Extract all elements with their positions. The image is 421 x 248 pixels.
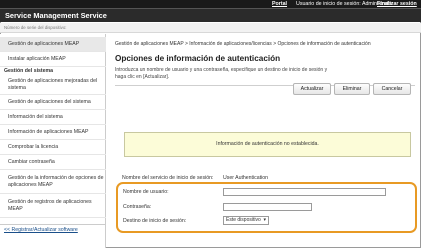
app-title: Service Management Service [5,11,107,20]
service-name-value: User Authentication [223,175,268,181]
breadcrumb[interactable]: Gestión de aplicaciones MEAP > Informaci… [115,41,371,47]
sidebar-item-label: Instalar aplicación MEAP [8,55,66,62]
sidebar-section-system-management: Gestión del sistema [0,67,106,76]
password-input[interactable] [223,203,312,211]
sidebar-item-label: Información del sistema [8,113,63,120]
sidebar-item-label: Gestión de registros de aplicaciones MEA… [8,198,92,212]
register-update-software-link[interactable]: << Registrar/Actualizar software [0,224,106,236]
sidebar-item-meap-app-management[interactable]: Gestión de aplicaciones MEAP [0,37,106,52]
serial-bar: Número de serie del dispositivo: [0,23,421,33]
delete-button[interactable]: Eliminar [334,83,370,95]
info-message-box: Información de autenticación no establec… [124,132,411,157]
username-input[interactable] [223,188,386,196]
sidebar-item-label: Gestión de aplicaciones MEAP [8,40,80,47]
sidebar-item-meap-options-info[interactable]: Gestión de la información de opciones de… [0,170,106,194]
main-content: Gestión de aplicaciones MEAP > Informaci… [107,34,421,248]
sidebar: Gestión de aplicaciones MEAP Instalar ap… [0,34,106,248]
sidebar-item-system-info[interactable]: Información del sistema [0,110,106,125]
portal-link[interactable]: Portal [272,0,287,8]
info-message: Información de autenticación no establec… [216,141,319,147]
app-header: Service Management Service [0,8,421,22]
update-button[interactable]: Actualizar [293,83,331,95]
login-destination-value: Este dispositivo [226,217,261,223]
logout-link[interactable]: Finalizar sesión [377,0,417,8]
sidebar-item-meap-app-info[interactable]: Información de aplicaciones MEAP [0,125,106,140]
sidebar-item-label: Gestión de aplicaciones del sistema [8,98,91,105]
top-bar: Portal Usuario de inicio de sesión: Admi… [0,0,421,8]
sidebar-item-meap-logs[interactable]: Gestión de registros de aplicaciones MEA… [0,194,106,218]
sidebar-item-enhanced-system-apps[interactable]: Gestión de aplicaciones mejoradas del si… [0,76,106,95]
password-label: Contraseña: [123,204,152,210]
serial-label: Número de serie del dispositivo: [4,25,67,30]
chevron-down-icon: ▾ [263,217,266,223]
sidebar-item-system-apps[interactable]: Gestión de aplicaciones del sistema [0,95,106,110]
sidebar-item-label: Información de aplicaciones MEAP [8,128,89,135]
login-destination-select[interactable]: Este dispositivo ▾ [223,216,269,225]
service-name-label: Nombre del servicio de inicio de sesión: [122,175,214,181]
divider [115,85,415,86]
login-destination-label: Destino de inicio de sesión: [123,218,187,224]
sidebar-item-check-license[interactable]: Comprobar la licencia [0,140,106,155]
register-update-software-label: << Registrar/Actualizar software [4,227,78,233]
sidebar-section-label: Gestión del sistema [4,68,54,74]
username-label: Nombre de usuario: [123,189,169,195]
instructions-text: Introduzca un nombre de usuario y una co… [115,67,328,80]
page-title: Opciones de información de autenticación [115,54,281,63]
sidebar-item-label: Comprobar la licencia [8,143,59,150]
sidebar-item-change-password[interactable]: Cambiar contraseña [0,155,106,170]
sidebar-item-install-meap-app[interactable]: Instalar aplicación MEAP [0,52,106,67]
sidebar-item-label: Gestión de aplicaciones mejoradas del si… [8,78,98,91]
cancel-button[interactable]: Cancelar [373,83,411,95]
sidebar-item-label: Cambiar contraseña [8,158,55,165]
sidebar-item-label: Gestión de la información de opciones de… [8,174,104,188]
